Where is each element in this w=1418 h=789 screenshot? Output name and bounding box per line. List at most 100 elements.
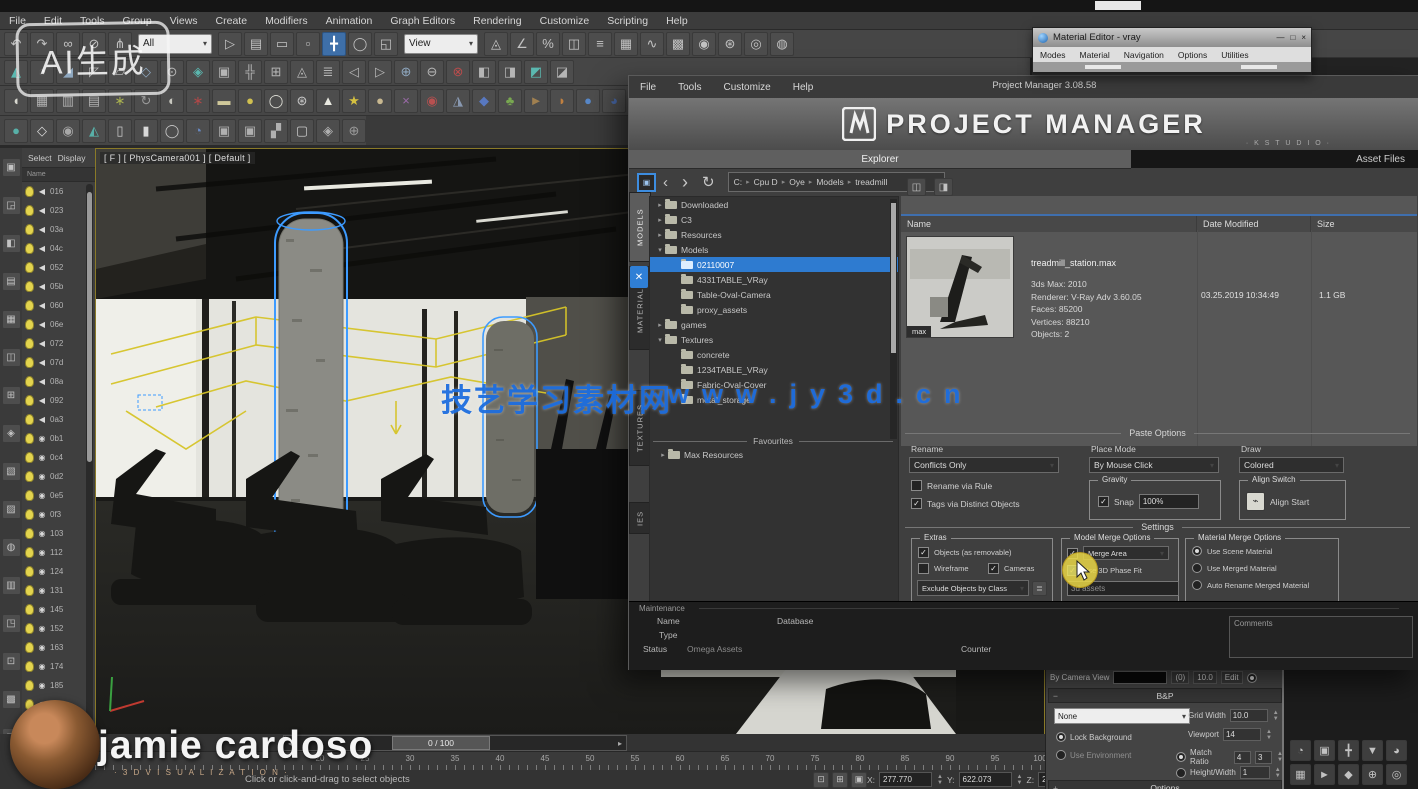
tree-item-c3[interactable]: ▸C3 — [650, 212, 898, 227]
light-bulb-icon[interactable] — [25, 205, 34, 216]
tree-item-textures[interactable]: ▾Textures — [650, 332, 898, 347]
light-bulb-icon[interactable] — [25, 528, 34, 539]
light-bulb-icon[interactable] — [25, 490, 34, 501]
camera-value-field[interactable]: 10.0 — [1193, 671, 1217, 684]
light-bulb-icon[interactable] — [25, 224, 34, 235]
light-bulb-icon[interactable] — [25, 661, 34, 672]
right-icon[interactable]: ▷ — [368, 60, 392, 84]
explorer-menu-display[interactable]: Display — [58, 153, 86, 163]
explorer-item[interactable]: ◉0b1 — [22, 429, 95, 448]
material-editor-icon[interactable]: ◉ — [692, 32, 716, 56]
material-editor-titlebar[interactable]: Material Editor - vray — □ × — [1033, 28, 1311, 47]
explorer-item[interactable]: ◉145 — [22, 600, 95, 619]
breadcrumb-segment[interactable]: C: — [734, 177, 743, 187]
panel-b-icon[interactable]: ▣ — [238, 119, 262, 143]
explorer-item[interactable]: ◉112 — [22, 543, 95, 562]
pm-menu-help[interactable]: Help — [782, 82, 825, 93]
sun-icon[interactable]: ● — [238, 89, 262, 113]
ref-coord-dropdown[interactable]: View▾ — [404, 34, 478, 54]
plus-ring-icon[interactable]: ⊕ — [342, 119, 366, 143]
use-merged-material-radio[interactable]: Use Merged Material — [1192, 563, 1277, 573]
pm-menu-file[interactable]: File — [629, 82, 667, 93]
light-bulb-icon[interactable] — [25, 376, 34, 387]
explorer-item[interactable]: ◀060 — [22, 296, 95, 315]
side-tab-models[interactable]: MODELS — [629, 192, 651, 262]
pie-icon[interactable]: ◕ — [602, 89, 626, 113]
rename-rule-checkbox[interactable]: Rename via Rule — [911, 480, 992, 491]
mated-menu-navigation[interactable]: Navigation — [1117, 50, 1171, 60]
forward-icon[interactable]: › — [675, 172, 695, 193]
use-environment-radio[interactable]: Use Environment — [1056, 750, 1131, 760]
light-bulb-icon[interactable] — [25, 547, 34, 558]
plus-circle-icon[interactable]: ⊕ — [394, 60, 418, 84]
tree-item-1234table_vray[interactable]: 1234TABLE_VRay — [650, 362, 898, 377]
region-zoom-icon[interactable]: ▦ — [1290, 764, 1311, 785]
corner-br-icon[interactable]: ◪ — [550, 60, 574, 84]
tree-item-proxy_assets[interactable]: proxy_assets — [650, 302, 898, 317]
side-tab-ies[interactable]: IES — [629, 502, 651, 534]
light-bulb-icon[interactable] — [25, 604, 34, 615]
open-file-icon[interactable]: ◨ — [934, 178, 953, 196]
tree-item-02110007[interactable]: 02110007 — [650, 257, 898, 272]
zoom-icon[interactable]: ◕ — [1386, 740, 1407, 761]
mode-toggle-icon[interactable]: ▣ — [851, 772, 867, 788]
expand-icon[interactable]: + — [1053, 783, 1058, 789]
panel-a-icon[interactable]: ▣ — [212, 119, 236, 143]
explorer-tool-2-icon[interactable]: ◲ — [2, 196, 21, 215]
menu-views[interactable]: Views — [161, 15, 207, 27]
tree-expand-icon[interactable]: ▸ — [656, 201, 664, 209]
light-bulb-icon[interactable] — [25, 319, 34, 330]
mirror-icon[interactable]: ◫ — [562, 32, 586, 56]
diamond-white-icon[interactable]: ◇ — [30, 119, 54, 143]
snap-checkbox[interactable]: Snap 100% — [1098, 494, 1199, 509]
tree-item-4331table_vray[interactable]: 4331TABLE_VRay — [650, 272, 898, 287]
cone-icon[interactable]: ◬ — [290, 60, 314, 84]
minimize-icon[interactable]: — — [1276, 33, 1284, 42]
light-bulb-icon[interactable] — [25, 452, 34, 463]
height-width-radio[interactable]: Height/Width 1▲▼ — [1176, 766, 1281, 779]
rename-dropdown[interactable]: Conflicts Only▾ — [909, 457, 1059, 473]
explorer-item[interactable]: ◉174 — [22, 657, 95, 676]
rendered-frame-icon[interactable]: ◎ — [744, 32, 768, 56]
grid-icon[interactable]: ⊞ — [264, 60, 288, 84]
exclude-list-icon[interactable]: ≣ — [1032, 581, 1047, 596]
ball-red-icon[interactable]: ◉ — [420, 89, 444, 113]
light-bulb-icon[interactable] — [25, 281, 34, 292]
bar-icon[interactable]: ▮ — [134, 119, 158, 143]
explorer-tool-12-icon[interactable]: ▥ — [2, 576, 21, 595]
percent-snap-icon[interactable]: % — [536, 32, 560, 56]
list-icon[interactable]: ≣ — [316, 60, 340, 84]
grid-width-spinner[interactable]: Grid Width 10.0▲▼ — [1188, 709, 1279, 722]
collapse-icon[interactable]: − — [1053, 691, 1058, 701]
menu-rendering[interactable]: Rendering — [464, 15, 530, 27]
explorer-tool-5-icon[interactable]: ▦ — [2, 310, 21, 329]
maximize-icon[interactable]: □ — [1290, 33, 1295, 42]
spinner-icon[interactable]: ▲▼ — [1017, 774, 1023, 786]
coord-input[interactable]: 277.770 — [879, 772, 932, 787]
abs-offset-icon[interactable]: ⊞ — [832, 772, 848, 788]
minus-circle-icon[interactable]: ⊖ — [420, 60, 444, 84]
pm-menu-customize[interactable]: Customize — [712, 82, 781, 93]
diamond-dot-icon[interactable]: ◈ — [316, 119, 340, 143]
tree-item-concrete[interactable]: concrete — [650, 347, 898, 362]
align-tool-icon[interactable]: ⌁ — [1246, 492, 1265, 511]
menu-modifiers[interactable]: Modifiers — [256, 15, 317, 27]
align-start-button[interactable]: ⌁ Align Start — [1246, 492, 1309, 511]
snap-toggle-icon[interactable]: ◬ — [484, 32, 508, 56]
file-row[interactable]: max treadmill_station.max 3ds Max: 2010R… — [901, 230, 1417, 446]
light-bulb-icon[interactable] — [25, 243, 34, 254]
tree-item-downloaded[interactable]: ▸Downloaded — [650, 197, 898, 212]
zoom-extents-icon[interactable]: ▼ — [1362, 740, 1383, 761]
pm-menu-tools[interactable]: Tools — [667, 82, 712, 93]
breadcrumb-segment[interactable]: Oye — [789, 177, 805, 187]
schematic-view-icon[interactable]: ▩ — [666, 32, 690, 56]
pan-icon[interactable]: ╋ — [1338, 740, 1359, 761]
explorer-item[interactable]: ◀072 — [22, 334, 95, 353]
tree-item-games[interactable]: ▸games — [650, 317, 898, 332]
cross-icon[interactable]: ╬ — [238, 60, 262, 84]
place-mode-dropdown[interactable]: By Mouse Click▾ — [1089, 457, 1219, 473]
mated-menu-modes[interactable]: Modes — [1033, 50, 1073, 60]
rect-region-icon[interactable]: ▭ — [270, 32, 294, 56]
teal-cone-icon[interactable]: ◭ — [82, 119, 106, 143]
tags-distinct-checkbox[interactable]: Tags via Distinct Objects — [911, 498, 1020, 509]
